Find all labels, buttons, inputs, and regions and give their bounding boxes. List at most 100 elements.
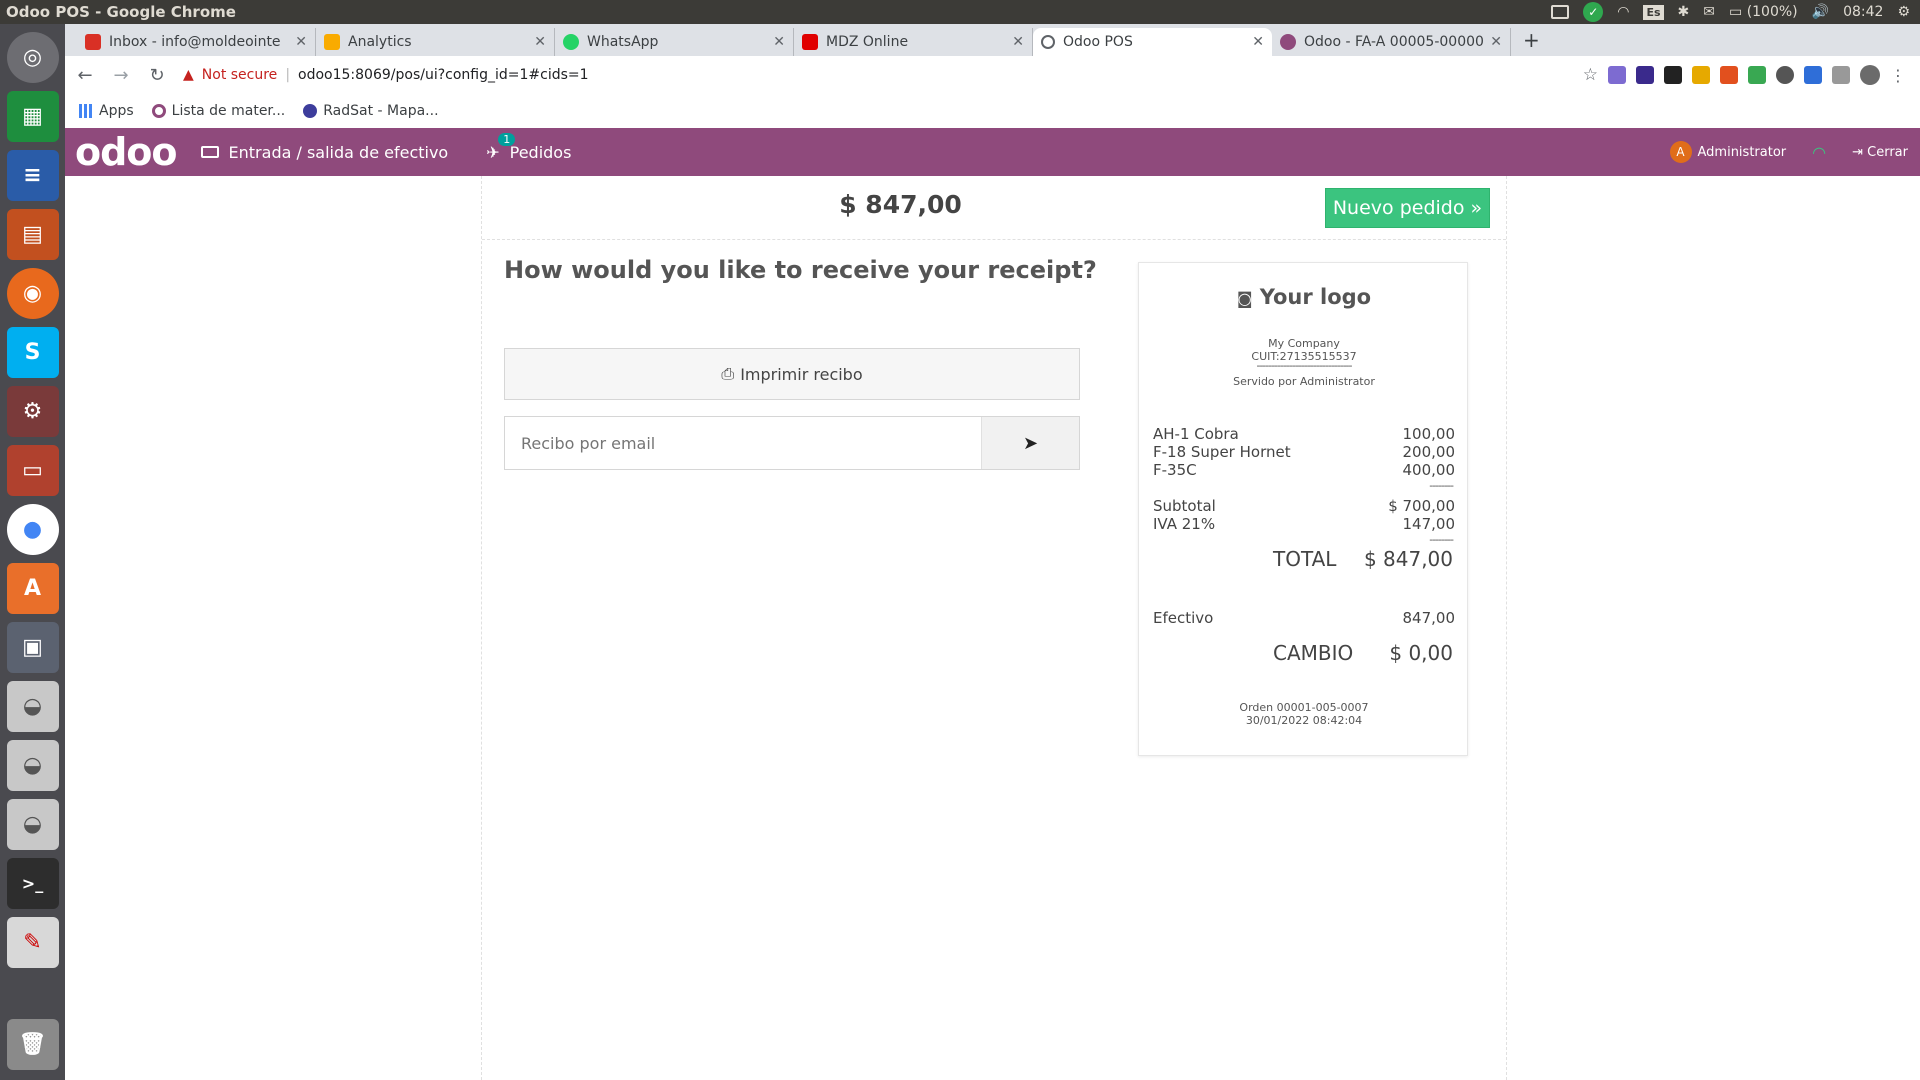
close-icon[interactable]: ✕: [295, 34, 307, 50]
tab-strip: Inbox - info@moldeointe ✕ Analytics ✕ What…: [65, 24, 1920, 56]
close-icon[interactable]: ✕: [1252, 34, 1264, 50]
sync-check-icon[interactable]: ✓: [1583, 2, 1604, 22]
odoo-icon: [1280, 34, 1296, 50]
tax-label: IVA 21%: [1153, 515, 1216, 533]
launcher-chrome-icon[interactable]: ●: [6, 504, 59, 555]
keyboard-layout[interactable]: Es: [1643, 4, 1664, 20]
tab-whatsapp[interactable]: WhatsApp ✕: [555, 28, 794, 56]
globe-icon: [303, 104, 318, 118]
bookmark-apps[interactable]: Apps: [79, 103, 134, 119]
divider: |: [285, 67, 291, 83]
screen-icon[interactable]: [1551, 5, 1570, 19]
extensions-bar: ☆ ⋮: [1583, 65, 1920, 85]
send-email-button[interactable]: ➤: [981, 417, 1079, 469]
extension-icon-3[interactable]: [1664, 66, 1682, 84]
cash-in-out-button[interactable]: Entrada / salida de efectivo: [200, 143, 448, 162]
new-order-button[interactable]: Nuevo pedido »: [1325, 188, 1490, 228]
launcher-settings-icon[interactable]: ⚙: [6, 386, 59, 437]
launcher-terminal-icon[interactable]: >_: [6, 858, 59, 909]
menu-dots-icon[interactable]: ⋮: [1890, 66, 1906, 85]
launcher-drive-icon-1[interactable]: ◒: [6, 681, 59, 732]
tab-label: Inbox - info@moldeointe: [109, 34, 281, 50]
email-receipt-input[interactable]: [505, 417, 981, 469]
extension-icon-8[interactable]: [1804, 66, 1822, 84]
launcher-impress-icon[interactable]: ▤: [6, 209, 59, 260]
user-menu[interactable]: A Administrator: [1669, 141, 1787, 163]
bookmark-star-icon[interactable]: ☆: [1583, 65, 1598, 85]
launcher-firefox-icon[interactable]: ◉: [6, 268, 59, 319]
reload-icon[interactable]: ↻: [147, 65, 167, 86]
close-icon[interactable]: ✕: [1490, 34, 1502, 50]
orders-label: Pedidos: [509, 142, 572, 162]
forward-icon[interactable]: →: [111, 65, 131, 86]
bookmark-lista-materiales[interactable]: Lista de mater...: [151, 103, 285, 119]
extension-icon-4[interactable]: [1692, 66, 1710, 84]
url-text[interactable]: odoo15:8069/pos/ui?config_id=1#cids=1: [298, 67, 589, 83]
clock[interactable]: 08:42: [1843, 4, 1883, 20]
tab-odoo-pos[interactable]: Odoo POS ✕: [1033, 28, 1272, 56]
receipt-served-by: Servido por Administrator: [1233, 375, 1375, 388]
bookmark-label: RadSat - Mapa...: [323, 103, 439, 119]
launcher-software-center-icon[interactable]: A: [6, 563, 59, 614]
sign-out-icon: ⇥: [1852, 144, 1863, 160]
not-secure-label[interactable]: Not secure: [202, 67, 278, 83]
money-icon: [200, 146, 219, 158]
close-icon[interactable]: ✕: [534, 34, 546, 50]
orders-badge: 1: [498, 132, 516, 146]
tax-value: 147,00: [1402, 515, 1456, 533]
volume-icon[interactable]: 🔊: [1812, 4, 1829, 20]
receipt-line: AH-1 Cobra 100,00: [1153, 425, 1455, 443]
user-name: Administrator: [1697, 144, 1787, 160]
odoo-logo[interactable]: odoo: [65, 133, 201, 171]
connection-status-icon[interactable]: ◠: [1812, 143, 1826, 162]
bookmark-radsat[interactable]: RadSat - Mapa...: [303, 103, 439, 119]
back-icon[interactable]: ←: [75, 65, 95, 86]
order-total: $ 847,00: [839, 190, 962, 219]
print-receipt-button[interactable]: ⎙ Imprimir recibo: [504, 348, 1080, 400]
launcher-dash-icon[interactable]: ◎: [6, 32, 59, 83]
extension-icon-9[interactable]: [1832, 66, 1850, 84]
launcher-files-icon[interactable]: ▭: [6, 445, 59, 496]
launcher-workspaces-icon[interactable]: ▣: [6, 622, 59, 673]
receipt-separator: --------: [1429, 479, 1454, 492]
extension-icon-1[interactable]: [1608, 66, 1626, 84]
extension-icon-5[interactable]: [1720, 66, 1738, 84]
battery-icon: ▭: [1729, 4, 1743, 20]
whatsapp-icon: [563, 34, 579, 50]
system-tray: ✓ ◠ Es ✱ ✉ ▭ (100%) 🔊 08:42 ⚙: [1551, 2, 1920, 22]
address-bar[interactable]: ▲ Not secure | odoo15:8069/pos/ui?config…: [183, 60, 1567, 90]
receipt-order-date: 30/01/2022 08:42:04: [1245, 714, 1363, 727]
tab-inbox[interactable]: Inbox - info@moldeointe ✕: [77, 28, 316, 56]
launcher-trash-icon[interactable]: 🗑: [6, 1019, 59, 1070]
extension-icon-7[interactable]: [1776, 66, 1794, 84]
launcher-spreadsheet-icon[interactable]: ▦: [6, 91, 59, 142]
tab-odoo-invoice[interactable]: Odoo - FA-A 00005-000000 ✕: [1272, 28, 1511, 56]
printer-icon: ⎙: [721, 364, 735, 383]
battery-indicator[interactable]: ▭ (100%): [1729, 4, 1798, 20]
odoo-navbar: odoo Entrada / salida de efectivo ✈ 1 Pe…: [65, 128, 1920, 176]
close-icon[interactable]: ✕: [773, 34, 785, 50]
close-session-button[interactable]: ⇥ Cerrar: [1852, 145, 1908, 160]
extension-icon-2[interactable]: [1636, 66, 1654, 84]
mail-icon[interactable]: ✉: [1703, 4, 1715, 20]
orders-button[interactable]: ✈ 1 Pedidos: [486, 132, 572, 162]
odoo-icon: [151, 104, 166, 118]
new-tab-button[interactable]: +: [1511, 28, 1552, 56]
receipt-question: How would you like to receive your recei…: [504, 256, 1097, 284]
wifi-icon[interactable]: ◠: [1617, 4, 1629, 20]
tab-mdz-online[interactable]: MDZ Online ✕: [794, 28, 1033, 56]
profile-avatar-icon[interactable]: [1860, 65, 1880, 85]
tab-analytics[interactable]: Analytics ✕: [316, 28, 555, 56]
settings-gear-icon[interactable]: ⚙: [1897, 4, 1910, 20]
launcher-pdf-icon[interactable]: ✎: [6, 917, 59, 968]
receipt-preview: ◙ Your logo My Company CUIT:27135515537 …: [1138, 262, 1468, 756]
launcher-drive-icon-2[interactable]: ◒: [6, 740, 59, 791]
bluetooth-icon[interactable]: ✱: [1678, 4, 1690, 20]
tab-label: Odoo POS: [1063, 34, 1133, 50]
launcher-skype-icon[interactable]: S: [6, 327, 59, 378]
launcher-drive-icon-3[interactable]: ◒: [6, 799, 59, 850]
close-icon[interactable]: ✕: [1012, 34, 1024, 50]
extension-icon-6[interactable]: [1748, 66, 1766, 84]
launcher-writer-icon[interactable]: ≡: [6, 150, 59, 201]
receipt-payment: Efectivo 847,00: [1153, 609, 1455, 627]
